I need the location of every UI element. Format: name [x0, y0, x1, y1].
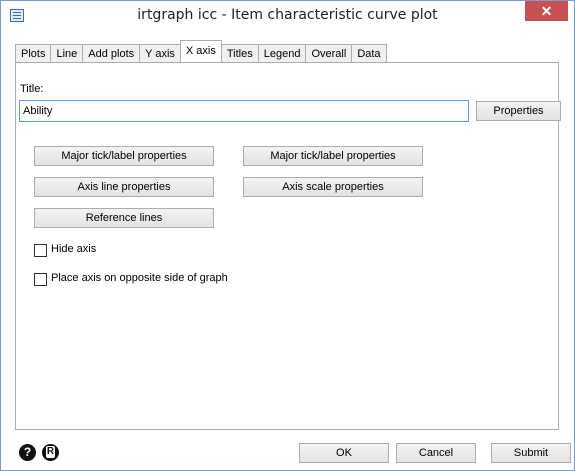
tab-add-plots[interactable]: Add plots — [82, 44, 141, 62]
opposite-side-label: Place axis on opposite side of graph — [51, 272, 228, 284]
window-title: irtgraph icc - Item characteristic curve… — [137, 7, 438, 23]
axis-line-properties-button[interactable]: Axis line properties — [34, 177, 214, 197]
tab-line[interactable]: Line — [50, 44, 84, 62]
major-tick-label-properties-button-right[interactable]: Major tick/label properties — [243, 146, 423, 166]
tab-titles[interactable]: Titles — [220, 44, 259, 62]
tab-y-axis[interactable]: Y axis — [139, 44, 181, 62]
major-tick-label-properties-button-left[interactable]: Major tick/label properties — [34, 146, 214, 166]
title-field-label: Title: — [20, 83, 44, 95]
cancel-button[interactable]: Cancel — [396, 443, 476, 463]
dialog-window: irtgraph icc - Item characteristic curve… — [0, 0, 575, 471]
ok-button[interactable]: OK — [299, 443, 389, 463]
tab-plots[interactable]: Plots — [15, 44, 52, 62]
submit-button[interactable]: Submit — [491, 443, 571, 463]
close-icon[interactable]: ✕ — [525, 1, 568, 21]
reset-icon[interactable] — [42, 444, 59, 461]
hide-axis-label: Hide axis — [51, 243, 97, 255]
help-icon[interactable]: ? — [19, 444, 36, 461]
hide-axis-checkbox[interactable] — [34, 244, 47, 257]
tab-data[interactable]: Data — [351, 44, 387, 62]
tab-x-axis[interactable]: X axis — [179, 40, 222, 62]
reference-lines-button[interactable]: Reference lines — [34, 208, 214, 228]
axis-scale-properties-button[interactable]: Axis scale properties — [243, 177, 423, 197]
tab-overall[interactable]: Overall — [305, 44, 353, 62]
title-bar: irtgraph icc - Item characteristic curve… — [1, 1, 574, 32]
tab-legend[interactable]: Legend — [257, 44, 307, 62]
opposite-side-checkbox[interactable] — [34, 273, 47, 286]
properties-button[interactable]: Properties — [476, 101, 561, 121]
title-input[interactable]: Ability — [19, 100, 469, 122]
tab-strip: Plots Line Add plots Y axis X axis Title… — [15, 40, 387, 62]
